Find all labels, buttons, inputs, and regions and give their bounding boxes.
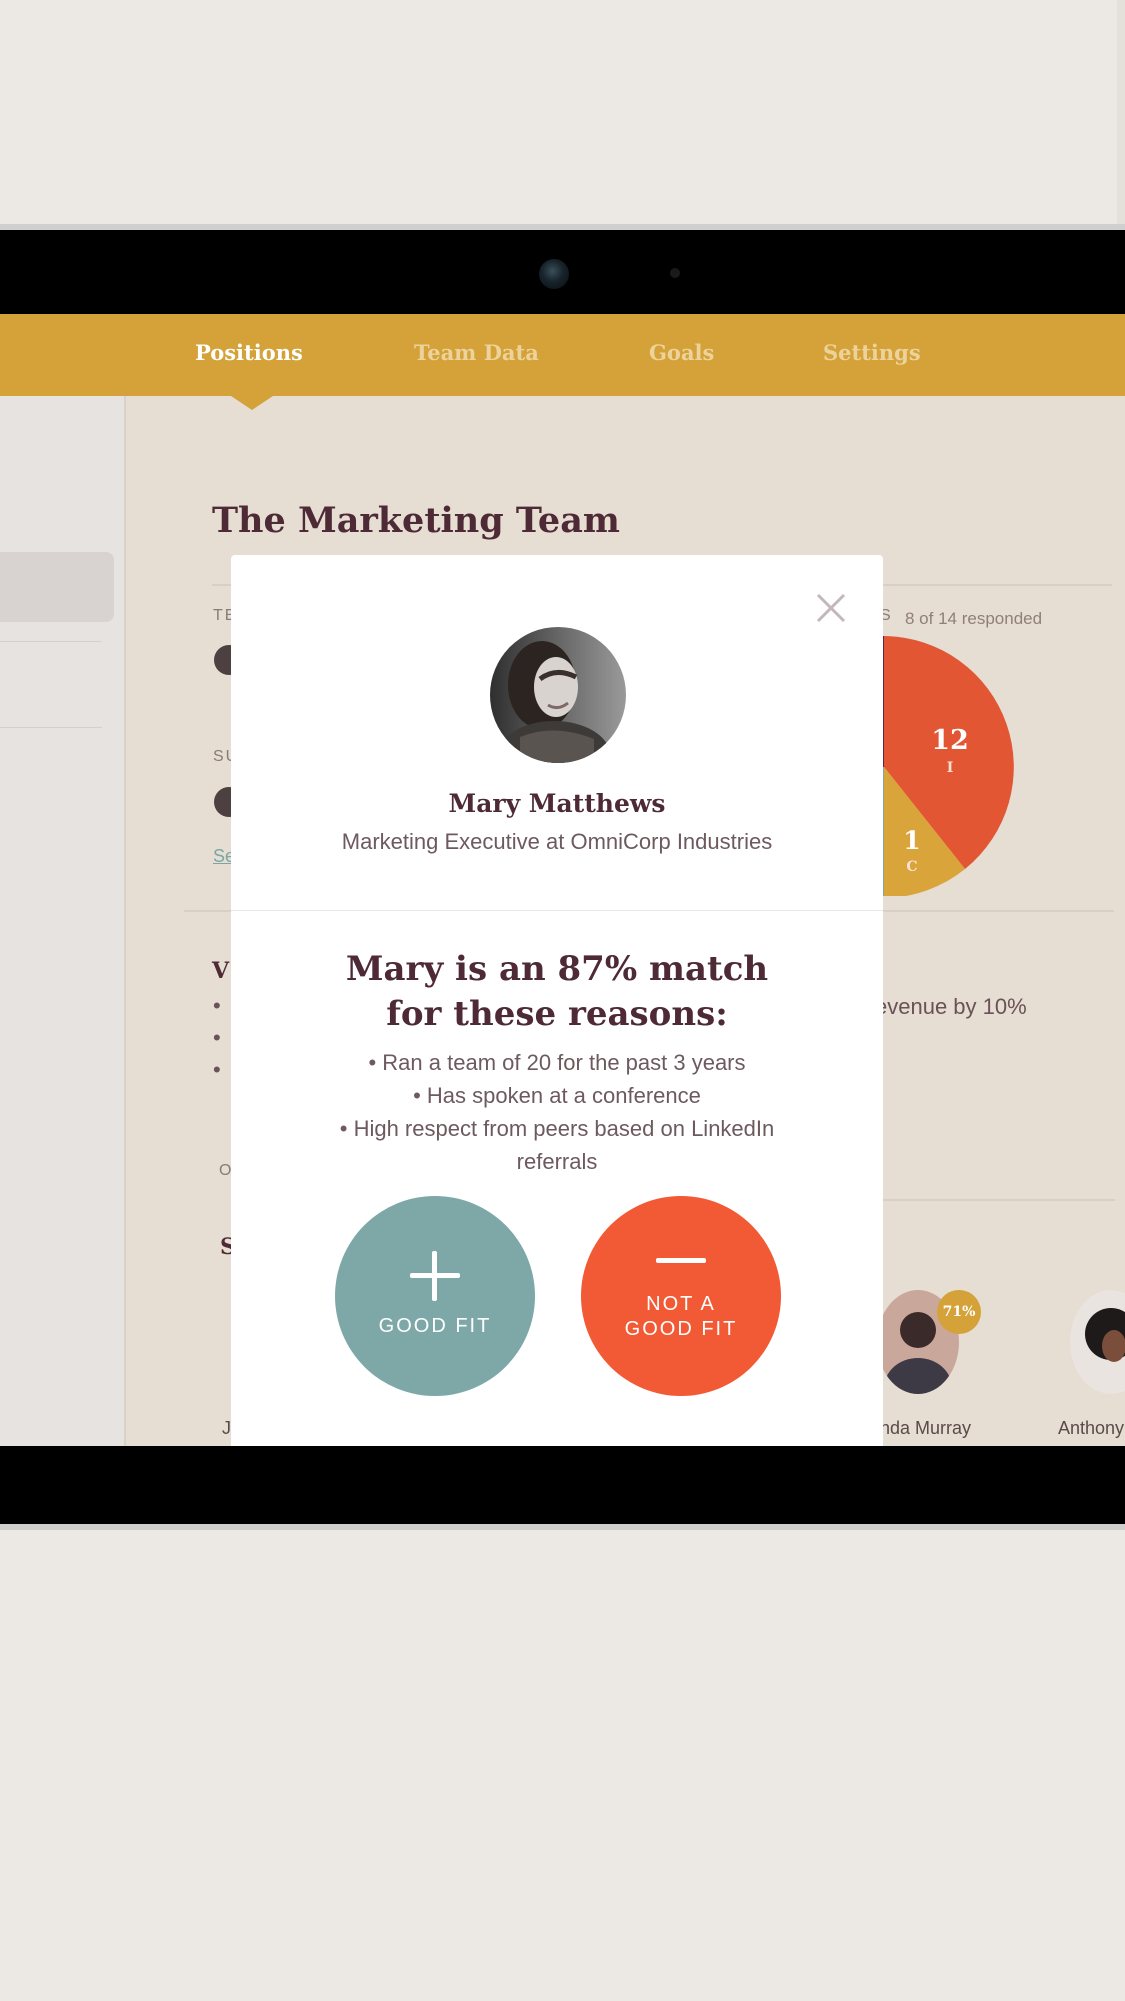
list-bullet: • <box>213 1057 221 1082</box>
candidate-name: Mary Matthews <box>448 789 666 818</box>
list-item: • Has spoken at a conference <box>413 1083 701 1108</box>
good-fit-label: GOOD FIT <box>378 1315 492 1337</box>
plus-icon <box>432 1251 437 1301</box>
candidate-modal: Mary Matthews Marketing Executive at Omn… <box>231 555 883 1446</box>
goal-text: evenue by 10% <box>875 994 1027 1019</box>
app-screen: Positions Team Data Goals Settings The M… <box>0 314 1125 1446</box>
not-good-fit-label: NOT A <box>646 1293 716 1315</box>
pie-value-c: 1 <box>903 826 920 855</box>
candidate-photo <box>1070 1290 1125 1394</box>
sidebar-divider <box>0 727 102 728</box>
candidate-name: Anthony <box>1058 1418 1125 1438</box>
nav-item-team-data[interactable]: Team Data <box>414 340 539 365</box>
candidate-name: J <box>222 1418 231 1438</box>
match-heading-line: Mary is an 87% match <box>345 949 769 989</box>
pie-value-i: 12 <box>931 725 969 756</box>
list-bullet: • <box>213 993 221 1018</box>
not-good-fit-label: GOOD FIT <box>624 1318 738 1340</box>
device-edge <box>1117 0 1125 224</box>
nav-item-settings[interactable]: Settings <box>823 340 921 365</box>
camera-icon <box>539 259 569 289</box>
match-reasons: • Ran a team of 20 for the past 3 years … <box>327 1046 787 1178</box>
close-icon[interactable] <box>816 593 846 623</box>
candidate-photo <box>490 627 626 763</box>
page-title: The Marketing Team <box>212 500 620 541</box>
close-icon-glyph <box>816 593 846 623</box>
good-fit-button[interactable]: GOOD FIT <box>335 1196 535 1396</box>
device-bottom-bezel <box>0 1446 1125 1524</box>
list-bullet: • <box>213 1025 221 1050</box>
nav-item-goals[interactable]: Goals <box>649 340 714 365</box>
candidate-role: Marketing Executive at OmniCorp Industri… <box>341 829 773 854</box>
responses-count: 8 of 14 responded <box>905 609 1043 628</box>
sidebar-divider <box>0 641 102 642</box>
minus-icon <box>656 1258 706 1263</box>
candidate-avatar[interactable] <box>1070 1290 1125 1394</box>
match-badge: 71% <box>937 1290 981 1334</box>
sidebar <box>0 396 126 1446</box>
values-heading: V <box>212 958 230 984</box>
sensor-dot <box>670 268 680 278</box>
pie-label-c: C <box>906 859 917 875</box>
candidate-avatar <box>490 627 626 763</box>
active-nav-indicator <box>231 396 273 410</box>
list-item: • High respect from peers based on Linke… <box>339 1116 775 1174</box>
divider <box>231 910 883 911</box>
device-bottom-rim <box>0 1524 1125 1530</box>
sidebar-item-selected[interactable] <box>0 552 114 622</box>
match-heading-line: for these reasons: <box>386 994 728 1034</box>
candidate-name: nda Murray <box>880 1418 972 1438</box>
top-navigation: Positions Team Data Goals Settings <box>0 314 1125 396</box>
not-good-fit-button[interactable]: NOT A GOOD FIT <box>581 1196 781 1396</box>
divider <box>880 1199 1115 1201</box>
match-heading: Mary is an 87% match for these reasons: <box>231 947 883 1037</box>
list-item: • Ran a team of 20 for the past 3 years <box>368 1050 746 1075</box>
pie-label-i: I <box>947 760 954 776</box>
nav-item-positions[interactable]: Positions <box>195 340 303 365</box>
